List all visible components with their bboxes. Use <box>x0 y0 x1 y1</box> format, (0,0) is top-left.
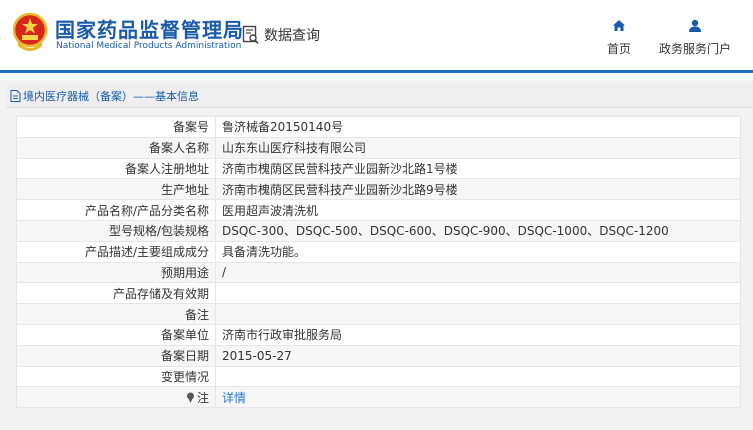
table-row: 产品存储及有效期 <box>16 282 741 305</box>
field-value: DSQC-300、DSQC-500、DSQC-600、DSQC-900、DSQC… <box>215 219 741 242</box>
table-row: 变更情况 <box>16 365 741 388</box>
nav-home[interactable]: 首页 <box>601 18 637 57</box>
field-value: 济南市行政审批服务局 <box>215 323 741 346</box>
field-label: 备案人注册地址 <box>16 157 216 180</box>
field-value: 济南市槐荫区民营科技产业园新沙北路9号楼 <box>215 178 741 201</box>
field-value: 济南市槐荫区民营科技产业园新沙北路1号楼 <box>215 157 741 180</box>
details-link[interactable]: 详情 <box>222 391 246 405</box>
table-row: 备案号 鲁济械备20150140号 <box>16 116 741 138</box>
field-label: 生产地址 <box>16 178 216 201</box>
note-label-cell: 注 <box>16 386 216 409</box>
nav-gov-service-label: 政务服务门户 <box>658 42 731 56</box>
nav-home-label: 首页 <box>606 42 631 56</box>
table-row: 备案人名称 山东东山医疗科技有限公司 <box>16 136 741 159</box>
field-label: 备案人名称 <box>16 136 216 159</box>
site-subtitle: National Medical Products Administration <box>56 41 242 51</box>
header-divider <box>0 70 753 73</box>
panel-header: 境内医疗器械（备案）——基本信息 <box>6 84 753 108</box>
table-row: 产品描述/主要组成成分 具备清洗功能。 <box>16 240 741 263</box>
field-label: 备案号 <box>16 116 216 138</box>
field-value <box>215 365 741 388</box>
field-value <box>215 303 741 325</box>
field-value: 2015-05-27 <box>215 344 741 367</box>
data-query-label: 数据查询 <box>264 28 320 44</box>
site-title[interactable]: 国家药品监督管理局 <box>55 14 244 43</box>
table-row: 生产地址 济南市槐荫区民营科技产业园新沙北路9号楼 <box>16 178 741 201</box>
field-label: 变更情况 <box>16 365 216 388</box>
table-row: 预期用途 / <box>16 261 741 284</box>
field-value: 鲁济械备20150140号 <box>215 116 741 138</box>
site-header: 国家药品监督管理局 National Medical Products Admi… <box>0 0 753 70</box>
table-row: 备案人注册地址 济南市槐荫区民营科技产业园新沙北路1号楼 <box>16 157 741 180</box>
table-row: 备注 <box>16 303 741 325</box>
field-label: 产品描述/主要组成成分 <box>16 240 216 263</box>
field-value <box>215 282 741 305</box>
note-label: 注 <box>196 390 209 405</box>
field-label: 备案日期 <box>16 344 216 367</box>
note-value-cell: 详情 <box>215 386 741 409</box>
detail-table: 备案号 鲁济械备20150140号 备案人名称 山东东山医疗科技有限公司 备案人注册地址… <box>16 116 741 409</box>
emblem-logo-icon[interactable] <box>12 12 48 52</box>
pin-icon <box>186 392 194 403</box>
table-row: 型号规格/包装规格 DSQC-300、DSQC-500、DSQC-600、DSQC… <box>16 219 741 242</box>
field-label: 备案单位 <box>16 323 216 346</box>
home-icon <box>613 20 625 31</box>
data-query-link[interactable]: 数据查询 <box>242 24 320 46</box>
table-row-note: 注详情 <box>16 386 741 409</box>
field-label: 产品存储及有效期 <box>16 282 216 305</box>
panel-title: 境内医疗器械（备案）——基本信息 <box>23 89 199 103</box>
field-value: / <box>215 261 741 284</box>
field-label: 型号规格/包装规格 <box>16 219 216 242</box>
field-label: 产品名称/产品分类名称 <box>16 199 216 221</box>
field-label: 预期用途 <box>16 261 216 284</box>
user-icon <box>689 19 701 32</box>
field-label: 备注 <box>16 303 216 325</box>
table-row: 产品名称/产品分类名称 医用超声波清洗机 <box>16 199 741 221</box>
field-value: 山东东山医疗科技有限公司 <box>215 136 741 159</box>
document-icon <box>10 89 21 102</box>
table-row: 备案日期 2015-05-27 <box>16 344 741 367</box>
field-value: 医用超声波清洗机 <box>215 199 741 221</box>
nav-gov-service[interactable]: 政务服务门户 <box>655 18 735 57</box>
table-row: 备案单位 济南市行政审批服务局 <box>16 323 741 346</box>
field-value: 具备清洗功能。 <box>215 240 741 263</box>
document-search-icon <box>242 25 259 45</box>
